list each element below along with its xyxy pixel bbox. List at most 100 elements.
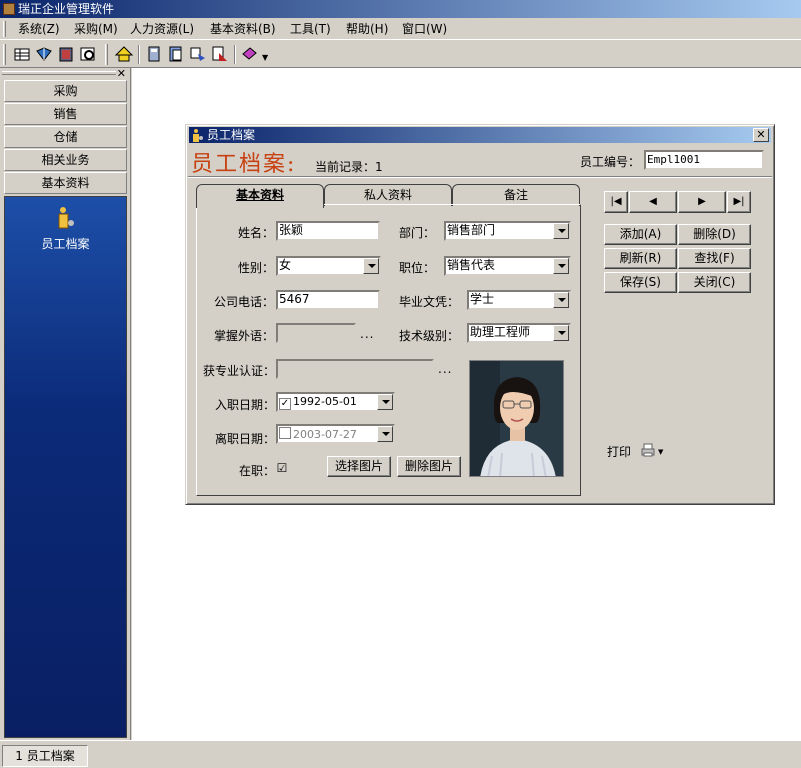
degree-value: 学士	[470, 292, 495, 306]
tab-basic[interactable]: 基本资料	[196, 184, 324, 208]
menu-basic-data[interactable]: 基本资料(B)	[206, 21, 280, 37]
next-record-button[interactable]: ▶	[678, 191, 726, 213]
menu-grip[interactable]	[3, 21, 6, 37]
chevron-down-icon[interactable]: ▼	[658, 448, 663, 456]
menu-window[interactable]: 窗口(W)	[398, 21, 451, 37]
cert-ellipsis-button[interactable]: ...	[438, 362, 452, 376]
child-title-bar: 员工档案 ✕	[189, 127, 771, 143]
chevron-down-icon[interactable]	[377, 394, 393, 410]
close-icon[interactable]: ✕	[117, 68, 126, 79]
leave-date-label: 离职日期：	[215, 432, 276, 446]
book-icon[interactable]	[34, 44, 54, 64]
toolbar: ▼	[0, 41, 801, 68]
child-title: 员工档案	[207, 128, 256, 142]
add-button[interactable]: 添加(A)	[604, 224, 677, 245]
chevron-down-icon[interactable]	[363, 258, 379, 274]
chevron-down-icon[interactable]	[553, 325, 569, 341]
position-value: 销售代表	[447, 258, 496, 272]
toolbar-grip[interactable]	[3, 44, 6, 65]
tech-level-value: 助理工程师	[470, 325, 531, 339]
prev-record-button[interactable]: ◀	[629, 191, 677, 213]
employee-photo	[469, 360, 564, 477]
chevron-down-icon[interactable]	[377, 426, 393, 442]
current-record: 当前记录：1	[315, 160, 383, 174]
hire-date-value: 1992-05-01	[293, 395, 357, 408]
document-icon[interactable]	[166, 44, 186, 64]
chevron-down-icon[interactable]	[553, 223, 569, 239]
leave-date-checkbox[interactable]	[279, 427, 291, 439]
language-input[interactable]	[276, 323, 356, 343]
nav-warehouse[interactable]: 仓储	[4, 126, 127, 148]
transfer-icon[interactable]	[188, 44, 208, 64]
tech-level-select[interactable]: 助理工程师	[467, 323, 571, 343]
find-button[interactable]: 查找(F)	[678, 248, 751, 269]
toolbar-separator	[138, 45, 140, 64]
first-record-button[interactable]: |◀	[604, 191, 628, 213]
delete-button[interactable]: 删除(D)	[678, 224, 751, 245]
hire-date-picker[interactable]: ✓ 1992-05-01	[276, 392, 395, 412]
language-ellipsis-button[interactable]: ...	[360, 327, 374, 341]
chevron-down-icon[interactable]	[553, 258, 569, 274]
language-label: 掌握外语：	[214, 329, 275, 343]
save-button[interactable]: 保存(S)	[604, 272, 677, 293]
printer-icon[interactable]	[640, 442, 656, 458]
preview-icon[interactable]	[78, 44, 98, 64]
folder-icon[interactable]	[56, 44, 76, 64]
cert-input[interactable]	[276, 359, 434, 379]
emp-no-label: 员工编号：	[580, 155, 641, 169]
employee-icon	[192, 128, 204, 142]
nav-employee-file[interactable]: 员工档案	[5, 235, 126, 252]
last-record-button[interactable]: ▶|	[727, 191, 751, 213]
phone-label: 公司电话：	[214, 295, 275, 309]
nav-purchase[interactable]: 采购	[4, 80, 127, 102]
refresh-button[interactable]: 刷新(R)	[604, 248, 677, 269]
degree-select[interactable]: 学士	[467, 290, 571, 310]
home-icon[interactable]	[114, 44, 134, 64]
position-select[interactable]: 销售代表	[444, 256, 571, 276]
print-label: 打印	[607, 445, 632, 459]
eraser-icon[interactable]	[240, 44, 260, 64]
status-bar: 1 员工档案	[0, 740, 801, 768]
chevron-down-icon[interactable]	[553, 292, 569, 308]
name-input[interactable]: 张颖	[276, 221, 380, 241]
close-button[interactable]: 关闭(C)	[678, 272, 751, 293]
chevron-down-icon[interactable]: ▼	[262, 53, 268, 62]
tech-level-label: 技术级别：	[399, 329, 460, 343]
tab-private[interactable]: 私人资料	[324, 184, 452, 206]
emp-no-input[interactable]: Empl1001	[644, 150, 764, 170]
close-icon[interactable]: ✕	[753, 128, 769, 142]
hire-date-checkbox[interactable]: ✓	[279, 398, 291, 410]
tab-notes[interactable]: 备注	[452, 184, 580, 206]
nav-sales[interactable]: 销售	[4, 103, 127, 125]
header-divider	[188, 176, 772, 178]
toolbar-grip-2[interactable]	[105, 44, 108, 65]
menu-tools[interactable]: 工具(T)	[286, 21, 335, 37]
gender-select[interactable]: 女	[276, 256, 381, 276]
grid-icon[interactable]	[12, 44, 32, 64]
dept-label: 部门：	[399, 226, 436, 240]
menu-purchase[interactable]: 采购(M)	[70, 21, 122, 37]
employee-icon[interactable]	[57, 205, 75, 231]
menu-help[interactable]: 帮助(H)	[342, 21, 392, 37]
phone-input[interactable]: 5467	[276, 290, 380, 310]
active-checkbox[interactable]: ☑	[276, 462, 288, 475]
hire-date-label: 入职日期：	[215, 398, 276, 412]
nav-basic-data[interactable]: 基本资料	[4, 172, 127, 194]
position-label: 职位：	[399, 261, 436, 275]
dept-select[interactable]: 销售部门	[444, 221, 571, 241]
name-label: 姓名：	[238, 226, 275, 240]
nav-related[interactable]: 相关业务	[4, 149, 127, 171]
window-tab-employee-file[interactable]: 1 员工档案	[2, 745, 88, 767]
app-icon	[3, 3, 15, 15]
gender-value: 女	[279, 258, 292, 272]
pane-grip[interactable]	[2, 71, 116, 75]
calculator-icon[interactable]	[144, 44, 164, 64]
leave-date-picker[interactable]: 2003-07-27	[276, 424, 395, 444]
choose-photo-button[interactable]: 选择图片	[327, 456, 391, 477]
delete-photo-button[interactable]: 删除图片	[397, 456, 461, 477]
menu-hr[interactable]: 人力资源(L)	[126, 21, 198, 37]
cert-label: 获专业认证：	[203, 364, 276, 378]
menu-bar: 系统(Z) 采购(M) 人力资源(L) 基本资料(B) 工具(T) 帮助(H) …	[0, 18, 801, 40]
report-icon[interactable]	[210, 44, 230, 64]
menu-system[interactable]: 系统(Z)	[14, 21, 64, 37]
